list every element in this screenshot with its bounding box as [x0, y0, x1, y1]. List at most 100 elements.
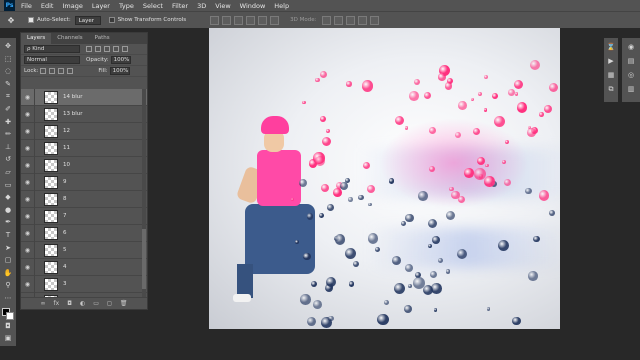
auto-select-checkbox[interactable] — [28, 17, 34, 23]
add-mask-icon[interactable]: ◘ — [67, 300, 72, 307]
marquee-icon[interactable]: ⬚ — [3, 54, 14, 65]
align-right-icon[interactable] — [270, 15, 280, 25]
history-panel-icon[interactable]: ⌛ — [606, 41, 616, 53]
dodge-icon[interactable]: ● — [3, 205, 14, 216]
align-left-icon[interactable] — [246, 15, 256, 25]
tab-paths[interactable]: Paths — [89, 33, 116, 44]
styles-panel-icon[interactable]: ◎ — [626, 69, 636, 81]
filter-pixel-icon[interactable] — [86, 46, 92, 52]
visibility-eye-icon[interactable]: ◉ — [21, 145, 34, 152]
type-icon[interactable]: T — [3, 230, 14, 241]
show-transform-checkbox[interactable] — [108, 17, 115, 23]
layer-row[interactable]: ◉ 10 — [21, 156, 147, 174]
delete-layer-icon[interactable]: 🗑 — [120, 300, 128, 307]
history-brush-icon[interactable]: ↺ — [3, 154, 14, 165]
filter-adjust-icon[interactable] — [95, 46, 101, 52]
layer-row[interactable]: ◉ 5 — [21, 241, 147, 259]
crop-icon[interactable]: ⌗ — [3, 91, 14, 102]
rectangle-icon[interactable]: ▢ — [3, 255, 14, 266]
visibility-eye-icon[interactable]: ◉ — [21, 94, 34, 101]
more-tools-icon[interactable]: ⋯ — [3, 293, 14, 304]
filter-type-icon[interactable] — [104, 46, 110, 52]
swatches-panel-icon[interactable]: ▦ — [606, 69, 616, 81]
menu-select[interactable]: Select — [143, 2, 163, 10]
lock-position-icon[interactable] — [58, 68, 65, 74]
3d-roll-icon[interactable] — [334, 15, 344, 25]
paths-panel-icon[interactable]: ⧉ — [606, 83, 616, 95]
tab-layers[interactable]: Layers — [21, 33, 52, 44]
filter-smart-icon[interactable] — [122, 46, 128, 52]
adjustments-panel-icon[interactable]: ▤ — [626, 55, 636, 67]
visibility-eye-icon[interactable]: ◉ — [21, 111, 34, 118]
visibility-eye-icon[interactable]: ◉ — [21, 179, 34, 186]
auto-select-dropdown[interactable]: Layer — [74, 15, 101, 25]
3d-drag-icon[interactable] — [346, 15, 356, 25]
filter-shape-icon[interactable] — [113, 46, 119, 52]
healing-brush-icon[interactable]: ✚ — [3, 117, 14, 128]
menu-3d[interactable]: 3D — [197, 2, 206, 10]
link-layers-icon[interactable]: ∞ — [41, 300, 46, 307]
layer-row[interactable]: ◉ 12 — [21, 122, 147, 140]
color-panel-icon[interactable]: ◉ — [626, 41, 636, 53]
adjustment-layer-icon[interactable]: ◐ — [80, 300, 85, 307]
clone-stamp-icon[interactable]: ⊥ — [3, 142, 14, 153]
visibility-eye-icon[interactable]: ◉ — [21, 162, 34, 169]
3d-rotate-icon[interactable] — [322, 15, 332, 25]
menu-view[interactable]: View — [215, 2, 230, 10]
path-select-icon[interactable]: ➤ — [3, 243, 14, 254]
menu-edit[interactable]: Edit — [41, 2, 54, 10]
layers-scrollbar[interactable] — [142, 89, 146, 297]
blur-icon[interactable]: ◆ — [3, 192, 14, 203]
hand-icon[interactable]: ✋ — [3, 268, 14, 279]
align-vcenter-icon[interactable] — [222, 15, 232, 25]
visibility-eye-icon[interactable]: ◉ — [21, 196, 34, 203]
color-swatches[interactable] — [2, 308, 14, 321]
align-bottom-icon[interactable] — [234, 15, 244, 25]
screen-mode-icon[interactable]: ▣ — [3, 333, 14, 344]
menu-file[interactable]: File — [21, 2, 32, 10]
menu-type[interactable]: Type — [119, 2, 134, 10]
visibility-eye-icon[interactable]: ◉ — [21, 213, 34, 220]
menu-layer[interactable]: Layer — [92, 2, 110, 10]
zoom-icon[interactable]: ⚲ — [3, 280, 14, 291]
layer-row[interactable]: ◉ 3 — [21, 275, 147, 293]
menu-help[interactable]: Help — [274, 2, 289, 10]
layer-row[interactable]: ◉ 9 — [21, 173, 147, 191]
move-tool-icon[interactable]: ✥ — [4, 14, 18, 26]
layer-row[interactable]: ◉ 4 — [21, 258, 147, 276]
lasso-icon[interactable]: ◌ — [3, 66, 14, 77]
visibility-eye-icon[interactable]: ◉ — [21, 230, 34, 237]
visibility-eye-icon[interactable]: ◉ — [21, 281, 34, 288]
quick-mask-icon[interactable]: ◘ — [3, 321, 14, 332]
layer-row[interactable]: ◉ 6 — [21, 224, 147, 242]
3d-slide-icon[interactable] — [358, 15, 368, 25]
opacity-field[interactable]: 100% — [110, 56, 131, 64]
move-icon[interactable]: ✥ — [3, 41, 14, 52]
eraser-icon[interactable]: ▱ — [3, 167, 14, 178]
lock-all-icon[interactable] — [67, 68, 74, 74]
tab-channels[interactable]: Channels — [51, 33, 88, 44]
layer-style-icon[interactable]: fx — [54, 300, 60, 307]
gradient-icon[interactable]: ▭ — [3, 180, 14, 191]
quick-select-icon[interactable]: ✎ — [3, 79, 14, 90]
background-color-swatch[interactable] — [6, 312, 14, 321]
layer-row[interactable]: ◉ 13 blur — [21, 105, 147, 123]
3d-scale-icon[interactable] — [370, 15, 380, 25]
actions-panel-icon[interactable]: ▶ — [606, 55, 616, 67]
new-layer-icon[interactable]: ◻ — [107, 300, 112, 307]
pen-icon[interactable]: ✒ — [3, 217, 14, 228]
layer-row[interactable]: ◉ 8 — [21, 190, 147, 208]
properties-panel-icon[interactable]: ▥ — [626, 83, 636, 95]
layer-row[interactable]: ◉ 11 — [21, 139, 147, 157]
lock-pixels-icon[interactable] — [49, 68, 56, 74]
eyedropper-icon[interactable]: ✐ — [3, 104, 14, 115]
align-hcenter-icon[interactable] — [258, 15, 268, 25]
visibility-eye-icon[interactable]: ◉ — [21, 128, 34, 135]
visibility-eye-icon[interactable]: ◉ — [21, 247, 34, 254]
scrollbar-thumb[interactable] — [142, 229, 146, 289]
blend-mode-dropdown[interactable]: Normal — [24, 56, 80, 64]
align-top-icon[interactable] — [210, 15, 220, 25]
visibility-eye-icon[interactable]: ◉ — [21, 264, 34, 271]
kind-filter-dropdown[interactable]: ρ Kind — [24, 45, 80, 53]
layer-row[interactable]: ◉ 14 blur — [21, 89, 147, 106]
